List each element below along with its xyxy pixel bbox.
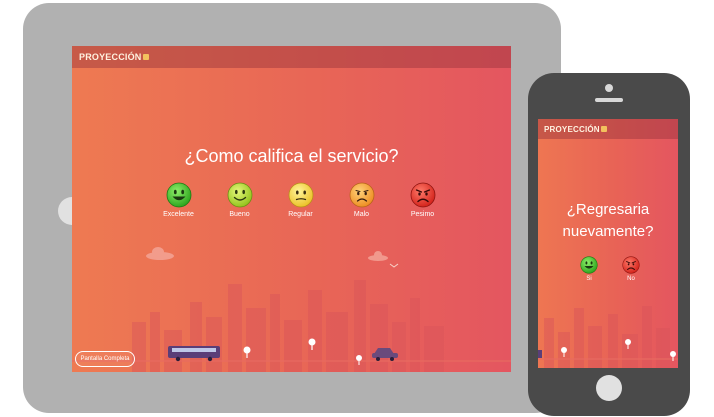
city-skyline-illustration: [72, 247, 511, 372]
brand-logo: PROYECCIÓN: [544, 125, 607, 134]
phone-question-line2: nuevamente?: [562, 223, 654, 240]
neutral-face-icon: [288, 182, 313, 208]
phone-rating-options: Si No: [568, 256, 652, 282]
rating-option-regular[interactable]: Regular: [270, 182, 331, 218]
tablet-question: ¿Como califica el servicio?: [184, 146, 399, 166]
very-happy-face-icon: [166, 182, 191, 208]
brand-logo-text: PROYECCIÓN: [544, 125, 600, 134]
phone-home-button[interactable]: [596, 375, 622, 401]
rating-option-si[interactable]: Si: [568, 256, 610, 282]
phone-question-line1: ¿Regresaria: [566, 201, 650, 218]
rating-label: Malo: [353, 211, 370, 218]
phone-speaker: [595, 98, 623, 102]
rating-label: No: [627, 276, 635, 282]
happy-face-icon: [580, 256, 598, 274]
sad-face-icon: [349, 182, 374, 208]
rating-option-no[interactable]: No: [610, 256, 652, 282]
logo-mark-icon: [142, 54, 149, 60]
tablet-rating-options: Excelente Bueno Regular Malo Pesimo: [148, 182, 453, 218]
brand-logo: PROYECCIÓN: [79, 52, 149, 62]
tablet-header: PROYECCIÓN: [72, 46, 511, 68]
phone-question: ¿Regresaria nuevamente?: [538, 199, 678, 243]
rating-label: Si: [586, 276, 592, 282]
rating-label: Regular: [288, 211, 313, 218]
tablet-screen: PROYECCIÓN ¿Como califica el servicio? E…: [72, 46, 511, 372]
fullscreen-button[interactable]: Pantalla Completa: [75, 351, 135, 367]
angry-face-icon: [410, 182, 435, 208]
happy-face-icon: [227, 182, 252, 208]
phone-camera-icon: [605, 84, 613, 92]
brand-logo-text: PROYECCIÓN: [79, 52, 142, 62]
rating-option-excelente[interactable]: Excelente: [148, 182, 209, 218]
city-skyline-illustration: [538, 306, 678, 368]
rating-label: Bueno: [229, 211, 250, 218]
rating-label: Excelente: [163, 211, 194, 218]
phone-screen: PROYECCIÓN ¿Regresaria nuevamente? Si No: [538, 119, 678, 368]
rating-label: Pesimo: [410, 211, 435, 218]
phone-header: PROYECCIÓN: [538, 119, 678, 139]
rating-option-pesimo[interactable]: Pesimo: [392, 182, 453, 218]
rating-option-bueno[interactable]: Bueno: [209, 182, 270, 218]
logo-mark-icon: [600, 126, 607, 132]
rating-option-malo[interactable]: Malo: [331, 182, 392, 218]
angry-face-icon: [622, 256, 640, 274]
